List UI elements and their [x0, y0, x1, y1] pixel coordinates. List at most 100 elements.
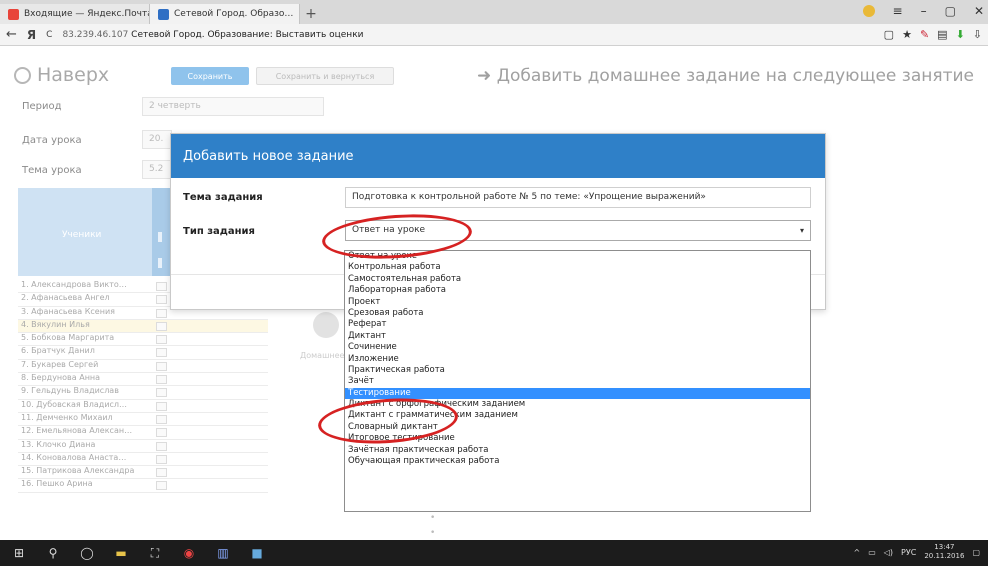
- task-type-option[interactable]: Зачётная практическая работа: [345, 445, 810, 456]
- lesson-date-label: Дата урока: [22, 135, 82, 146]
- up-label: Наверх: [37, 64, 110, 86]
- notifications-icon[interactable]: ▢: [972, 548, 980, 557]
- url-page-title: Сетевой Город. Образование: Выставить оц…: [131, 29, 364, 40]
- task-type-option[interactable]: Диктант: [345, 331, 810, 342]
- student-row: 11. Демченко Михаил: [18, 413, 268, 427]
- student-row: 15. Патрикова Александра: [18, 466, 268, 480]
- task-type-option[interactable]: Практическая работа: [345, 365, 810, 376]
- student-name: 6. Братчук Данил: [21, 346, 95, 356]
- protect-icon[interactable]: ⬇: [956, 28, 965, 41]
- period-label: Период: [22, 101, 62, 112]
- maximize-icon[interactable]: ▢: [945, 4, 956, 18]
- student-row: 13. Клочко Диана: [18, 440, 268, 453]
- task-type-option[interactable]: Самостоятельная работа: [345, 274, 810, 285]
- student-name: 16. Пешко Арина: [21, 479, 93, 489]
- yandex-browser-icon[interactable]: ◉: [180, 546, 198, 560]
- task-type-option[interactable]: Тестирование: [345, 387, 810, 400]
- new-tab-button[interactable]: +: [300, 4, 322, 24]
- app-icon[interactable]: ■: [248, 546, 266, 560]
- grade-cell[interactable]: [156, 401, 167, 411]
- search-icon[interactable]: ⚲: [44, 546, 62, 560]
- grade-cell[interactable]: [156, 388, 167, 398]
- pen-icon[interactable]: ✎: [920, 28, 929, 41]
- grade-cell[interactable]: [156, 481, 167, 491]
- student-row: 9. Гельдунь Владислав: [18, 386, 268, 400]
- grade-cell[interactable]: [156, 468, 167, 478]
- lesson-topic-field[interactable]: 5.2: [142, 160, 172, 179]
- reader-icon[interactable]: ▤: [937, 28, 947, 41]
- minimize-icon[interactable]: –: [921, 4, 927, 18]
- tab-view-icon[interactable]: ▢: [884, 28, 894, 41]
- tray-chevron-icon[interactable]: ^: [854, 548, 861, 557]
- file-explorer-icon[interactable]: ▬: [112, 546, 130, 560]
- period-field[interactable]: 2 четверть: [142, 97, 324, 116]
- grade-cell[interactable]: [156, 441, 167, 451]
- task-type-option[interactable]: Контрольная работа: [345, 262, 810, 273]
- yandex-logo-icon[interactable]: Я: [27, 28, 36, 42]
- close-window-icon[interactable]: ✕: [974, 4, 984, 18]
- student-row: 12. Емельянова Алексан…: [18, 426, 268, 440]
- system-tray: ^ ▭ ◁) РУС 13:47 20.11.2016 ▢: [854, 543, 981, 561]
- network-icon[interactable]: ▭: [868, 548, 876, 557]
- bookmark-manager-icon[interactable]: [862, 5, 875, 17]
- save-button[interactable]: Сохранить: [171, 67, 249, 85]
- reload-icon[interactable]: C: [46, 30, 52, 40]
- windows-start-icon[interactable]: ⊞: [10, 546, 28, 560]
- student-row: 4. Вякулин Илья: [18, 319, 268, 334]
- grade-cell[interactable]: [156, 335, 167, 345]
- task-topic-input[interactable]: Подготовка к контрольной работе № 5 по т…: [345, 187, 811, 208]
- student-name: 10. Дубовская Владисл…: [21, 399, 128, 409]
- lesson-topic-label: Тема урока: [22, 165, 82, 176]
- url-field[interactable]: 83.239.46.107 Сетевой Город. Образование…: [62, 30, 873, 40]
- student-name: 7. Букарев Сергей: [21, 359, 99, 369]
- lesson-date-field[interactable]: 20.: [142, 130, 172, 149]
- grade-cell[interactable]: [156, 348, 167, 358]
- language-indicator[interactable]: РУС: [901, 548, 916, 557]
- grade-cell[interactable]: [156, 375, 167, 385]
- grade-cell[interactable]: [156, 295, 167, 305]
- add-homework-label: Добавить домашнее задание на следующее з…: [496, 66, 974, 86]
- grade-column-header: [152, 188, 171, 276]
- task-type-option[interactable]: Зачёт: [345, 376, 810, 387]
- task-type-option[interactable]: Срезовая работа: [345, 308, 810, 319]
- grade-cell[interactable]: [156, 454, 167, 464]
- grade-cell[interactable]: [156, 428, 167, 438]
- student-name: 3. Афанасьева Ксения: [21, 306, 115, 316]
- task-type-option[interactable]: Проект: [345, 297, 810, 308]
- clock[interactable]: 13:47 20.11.2016: [924, 543, 964, 561]
- task-view-icon[interactable]: ◯: [78, 546, 96, 560]
- save-and-return-button[interactable]: Сохранить и вернуться: [256, 67, 394, 85]
- student-row: 8. Бердунова Анна: [18, 373, 268, 387]
- task-topic-label: Тема задания: [183, 192, 263, 203]
- student-row: 6. Братчук Данил: [18, 346, 268, 360]
- back-arrow-icon[interactable]: ←: [6, 27, 17, 42]
- menu-icon[interactable]: ≡: [893, 4, 903, 18]
- students-header-label: Ученики: [62, 230, 102, 240]
- grade-cell[interactable]: [156, 308, 167, 318]
- student-name: 5. Бобкова Маргарита: [21, 333, 115, 343]
- task-type-option[interactable]: Сочинение: [345, 342, 810, 353]
- student-row: 16. Пешко Арина: [18, 479, 268, 493]
- task-type-option[interactable]: Реферат: [345, 319, 810, 330]
- task-type-option[interactable]: Обучающая практическая работа: [345, 456, 810, 467]
- student-row: 10. Дубовская Владисл…: [18, 400, 268, 413]
- url-host: 83.239.46.107: [62, 29, 129, 40]
- grade-cell[interactable]: [156, 321, 167, 331]
- browser-tab-strip: Входящие — Яндекс.Почта Сетевой Город. О…: [0, 0, 988, 24]
- browser-tab-mail[interactable]: Входящие — Яндекс.Почта: [0, 4, 150, 24]
- task-type-option[interactable]: Изложение: [345, 354, 810, 365]
- up-link[interactable]: Наверх: [14, 64, 109, 86]
- browser-tab-netcity[interactable]: Сетевой Город. Образо… ×: [150, 4, 300, 24]
- up-circle-icon: [14, 66, 31, 84]
- task-type-option[interactable]: Лабораторная работа: [345, 285, 810, 296]
- add-homework-plus-icon[interactable]: [313, 312, 339, 338]
- grade-cell[interactable]: [156, 361, 167, 371]
- star-icon[interactable]: ★: [902, 28, 912, 41]
- store-icon[interactable]: ⛶: [146, 546, 164, 560]
- volume-icon[interactable]: ◁): [884, 548, 893, 557]
- add-homework-link[interactable]: ➜ Добавить домашнее задание на следующее…: [477, 66, 974, 86]
- download-icon[interactable]: ⇩: [973, 28, 982, 41]
- grade-cell[interactable]: [156, 414, 167, 424]
- calculator-icon[interactable]: ▥: [214, 546, 232, 560]
- grade-cell[interactable]: [156, 282, 167, 291]
